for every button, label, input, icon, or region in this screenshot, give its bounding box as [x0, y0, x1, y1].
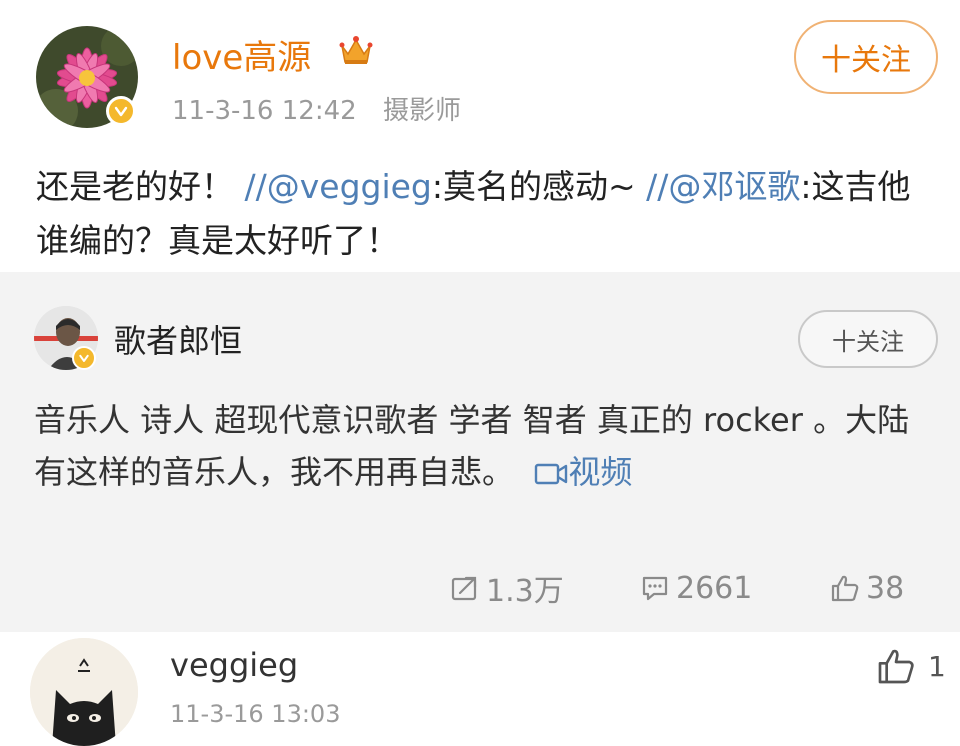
video-label: 视频: [568, 453, 633, 491]
post-text-part: 还是老的好！: [36, 167, 245, 206]
comment-like-button[interactable]: 1: [876, 646, 946, 686]
comment-icon: [642, 576, 668, 601]
mention-link[interactable]: //@邓讴歌: [646, 167, 800, 206]
post-text-part: :莫名的感动~: [431, 167, 647, 206]
post-username[interactable]: love高源: [172, 30, 311, 79]
avatar[interactable]: [30, 638, 138, 746]
video-link[interactable]: 视频: [534, 453, 632, 491]
mention-link[interactable]: //@veggieg: [245, 167, 432, 206]
post-time: 11-3-16 12:42: [172, 96, 357, 126]
repost-body: 音乐人 诗人 超现代意识歌者 学者 智者 真正的 rocker 。大陆有这样的音…: [34, 401, 910, 491]
video-icon: [535, 463, 568, 485]
post-role: 摄影师: [382, 96, 461, 126]
crown-icon: [339, 36, 373, 64]
share-icon: [451, 576, 477, 601]
post-meta: 11-3-16 12:42 摄影师: [172, 90, 461, 127]
comment-row[interactable]: veggieg 11-3-16 13:03 1: [0, 632, 960, 746]
verified-icon: [106, 96, 136, 126]
post-header: love高源 11-3-16 12:42 摄影师 十关注: [0, 0, 960, 150]
like-stat[interactable]: 38: [830, 568, 904, 608]
comment-like-count: 1: [928, 649, 946, 683]
verified-icon: [72, 346, 96, 370]
like-icon: [831, 575, 859, 602]
cat-avatar-image: [30, 638, 138, 746]
repost-username[interactable]: 歌者郎恒: [114, 316, 242, 362]
comment-time: 11-3-16 13:03: [170, 700, 341, 728]
post-text: 还是老的好！ //@veggieg:莫名的感动~ //@邓讴歌:这吉他谁编的？真…: [36, 160, 926, 268]
comment-username[interactable]: veggieg: [170, 646, 298, 684]
comment-stat[interactable]: 2661: [640, 568, 752, 608]
follow-button[interactable]: 十关注: [798, 310, 938, 368]
like-count: 38: [866, 570, 905, 606]
comment-count: 2661: [676, 570, 753, 606]
share-count: 1.3万: [486, 574, 564, 609]
repost-text: 音乐人 诗人 超现代意识歌者 学者 智者 真正的 rocker 。大陆有这样的音…: [34, 394, 934, 498]
follow-button[interactable]: 十关注: [794, 20, 938, 94]
share-stat[interactable]: 1.3万: [450, 568, 564, 609]
reposted-card[interactable]: 歌者郎恒 十关注 音乐人 诗人 超现代意识歌者 学者 智者 真正的 rocker…: [0, 272, 960, 632]
like-icon: [878, 649, 914, 684]
